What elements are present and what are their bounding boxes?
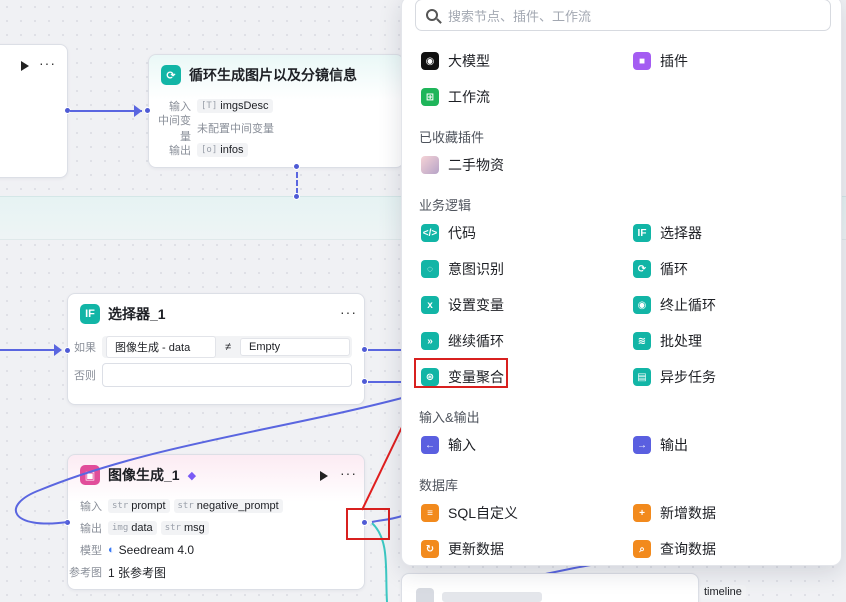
section-title-favorites: 已收藏插件 (419, 130, 485, 145)
picker-item-continue-loop[interactable]: » 继续循环 (421, 329, 504, 353)
else-output-port[interactable] (361, 378, 368, 385)
truncated-node[interactable]: ··· (0, 44, 68, 178)
section-title-io: 输入&输出 (419, 410, 480, 425)
diamond-icon: ◆ (187, 469, 197, 482)
output-row: 输出 [o] infos (149, 139, 403, 161)
picker-item-llm[interactable]: ◉ 大模型 (421, 49, 490, 73)
picker-item-insert-data[interactable]: + 新增数据 (633, 501, 716, 525)
connector-wire (0, 349, 58, 351)
loop-body-port[interactable] (293, 163, 300, 170)
seedream-logo-icon: ◐ (108, 544, 115, 556)
picker-item-batch[interactable]: ≋ 批处理 (633, 329, 702, 353)
code-icon: </> (421, 224, 439, 242)
sql-icon: ≡ (421, 504, 439, 522)
loop-icon: ⟳ (633, 260, 651, 278)
image-generation-node[interactable]: ▣ 图像生成_1 ◆ ··· 输入 str prompt str negative_… (67, 454, 365, 590)
async-task-icon: ▤ (633, 368, 651, 386)
picker-item-intent[interactable]: ◌ 意图识别 (421, 257, 504, 281)
timeline-tag: timeline (700, 585, 746, 599)
picker-item-query-data[interactable]: ⌕ 查询数据 (633, 537, 716, 561)
set-variable-icon: x (421, 296, 439, 314)
workflow-icon: ⊞ (421, 88, 439, 106)
reference-row: 参考图 1 张参考图 (69, 565, 167, 580)
condition-right[interactable]: Empty (240, 338, 350, 356)
picker-item-set-variable[interactable]: x 设置变量 (421, 293, 504, 317)
arrow-head-icon (134, 105, 142, 117)
variable-row: 中间变量 未配置中间变量 (158, 115, 274, 143)
condition-left[interactable]: 图像生成 - data (106, 336, 216, 358)
search-icon (426, 9, 438, 21)
loop-body-port-bottom[interactable] (293, 193, 300, 200)
plugin-icon: ■ (633, 52, 651, 70)
picker-item-sql[interactable]: ≡ SQL自定义 (421, 501, 518, 525)
output-icon: → (633, 436, 651, 454)
picker-item-plugin[interactable]: ■ 插件 (633, 49, 688, 73)
stop-loop-icon: ◉ (633, 296, 651, 314)
model-row: 模型 ◐ Seedream 4.0 (80, 543, 195, 557)
node-title: 选择器_1 (108, 306, 166, 322)
arrow-head-icon (54, 344, 62, 356)
avatar-icon (421, 156, 439, 174)
if-icon: IF (633, 224, 651, 242)
search-input[interactable]: 搜索节点、插件、工作流 (415, 0, 831, 31)
more-icon[interactable]: ··· (340, 304, 357, 320)
connector-wire (70, 110, 142, 112)
update-data-icon: ↻ (421, 540, 439, 558)
llm-icon: ◉ (421, 52, 439, 70)
picker-item-selector[interactable]: IF 选择器 (633, 221, 702, 245)
continue-loop-icon: » (421, 332, 439, 350)
picker-item-code[interactable]: </> 代码 (421, 221, 476, 245)
output-row: 输出 img data str msg (68, 517, 364, 539)
image-type-icon: img (112, 523, 129, 533)
picker-item-loop[interactable]: ⟳ 循环 (633, 257, 688, 281)
dashed-wire (296, 172, 298, 194)
connector-wire (368, 381, 402, 383)
run-icon[interactable] (21, 61, 29, 71)
batch-icon: ≋ (633, 332, 651, 350)
more-icon[interactable]: ··· (39, 55, 56, 71)
section-title-database: 数据库 (419, 478, 459, 493)
selector-input-port[interactable] (64, 347, 71, 354)
picker-item-async-task[interactable]: ▤ 异步任务 (633, 365, 716, 389)
node-title: 图像生成_1 (108, 467, 180, 483)
picker-item-output[interactable]: → 输出 (633, 433, 688, 457)
image-icon: ▣ (80, 465, 100, 485)
connector-wire (368, 349, 402, 351)
port-highlight-box (346, 508, 390, 540)
operator[interactable]: ≠ (216, 341, 240, 353)
picker-item-stop-loop[interactable]: ◉ 终止循环 (633, 293, 716, 317)
picker-item-favorite[interactable]: 二手物资 (421, 153, 504, 177)
else-box[interactable] (102, 363, 352, 387)
condition-box[interactable]: 图像生成 - data ≠ Empty (102, 336, 352, 358)
picker-item-update-data[interactable]: ↻ 更新数据 (421, 537, 504, 561)
if-icon: IF (80, 304, 100, 324)
input-row: 输入 str prompt str negative_prompt (68, 495, 364, 517)
loop-node[interactable]: ⟳ 循环生成图片以及分镜信息 输入 [T] imgsDesc 中间变量 未配置中间变量… (148, 54, 404, 168)
image-input-port[interactable] (64, 519, 71, 526)
if-output-port[interactable] (361, 346, 368, 353)
insert-data-icon: + (633, 504, 651, 522)
more-icon[interactable]: ··· (340, 465, 357, 481)
loop-input-port[interactable] (144, 107, 151, 114)
node-title: 循环生成图片以及分镜信息 (189, 67, 357, 83)
input-icon: ← (421, 436, 439, 454)
if-row: 如果 图像生成 - data ≠ Empty (68, 334, 364, 360)
intent-icon: ◌ (421, 260, 439, 278)
run-icon[interactable] (320, 471, 328, 481)
picker-item-input[interactable]: ← 输入 (421, 433, 476, 457)
item-highlight-box (414, 358, 508, 388)
node-picker-popup: 搜索节点、插件、工作流 ◉ 大模型 ■ 插件 ⊞ 工作流 已收藏插件 二手物资 业务逻… (401, 0, 842, 566)
partial-node-bottom[interactable] (401, 573, 699, 602)
picker-item-workflow[interactable]: ⊞ 工作流 (421, 85, 490, 109)
query-data-icon: ⌕ (633, 540, 651, 558)
else-row: 否则 (68, 360, 364, 390)
section-title-logic: 业务逻辑 (419, 198, 472, 213)
loop-icon: ⟳ (161, 65, 181, 85)
selector-node[interactable]: IF 选择器_1 ··· 如果 图像生成 - data ≠ Empty 否则 (67, 293, 365, 405)
